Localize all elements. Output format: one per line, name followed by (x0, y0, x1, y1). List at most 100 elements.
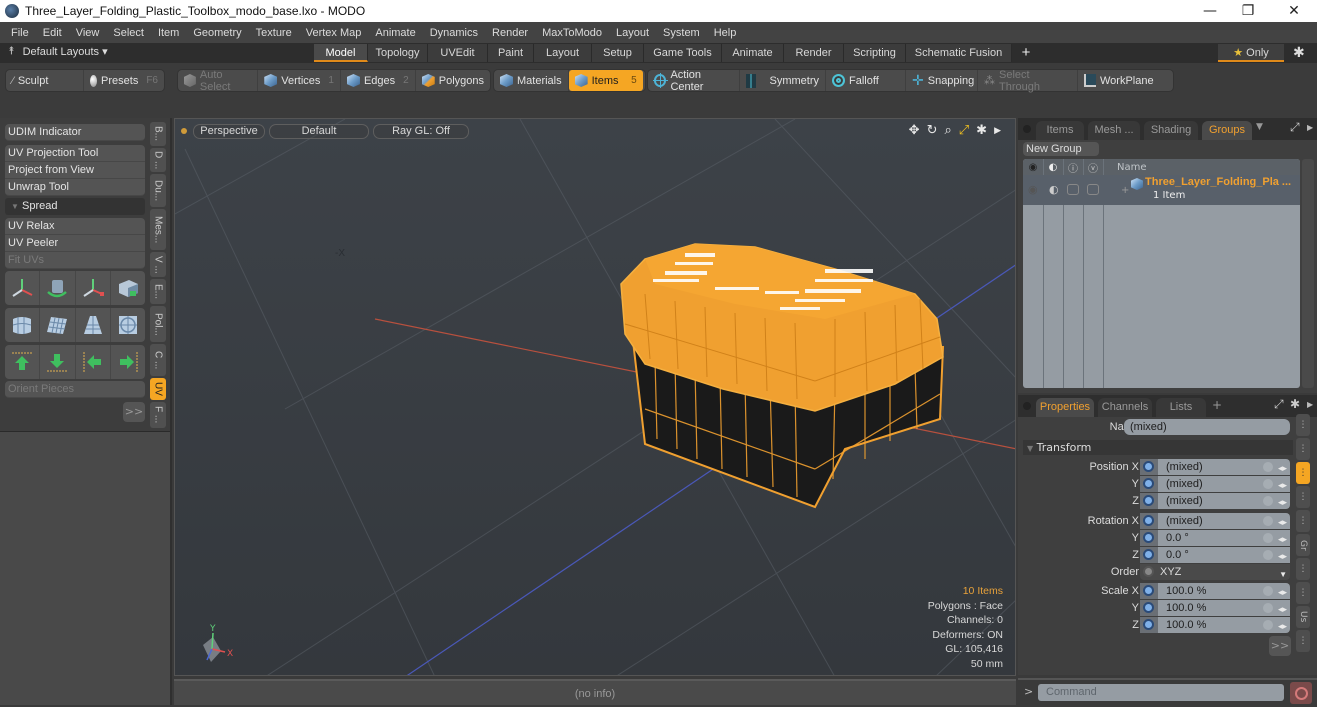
scale-y-field[interactable]: 100.0 % ◂▸ (1140, 600, 1290, 616)
tab-layout[interactable]: Layout (534, 44, 592, 62)
side-tab-gr[interactable]: Gr (1296, 534, 1310, 556)
expand-plus-icon[interactable]: + (1121, 185, 1129, 196)
tab-animate[interactable]: Animate (722, 44, 784, 62)
tab-scripting[interactable]: Scripting (844, 44, 906, 62)
keyframe-dot-icon[interactable] (1143, 532, 1154, 543)
stepper-arrows-icon[interactable]: ◂▸ (1278, 460, 1287, 476)
panel-options-dot-icon[interactable] (1023, 402, 1031, 410)
menu-item[interactable]: Item (151, 27, 186, 39)
menu-render[interactable]: Render (485, 27, 535, 39)
rotation-y-field[interactable]: 0.0 ° ◂▸ (1140, 530, 1290, 546)
order-dropdown[interactable]: XYZ ▼ (1140, 564, 1290, 580)
stepper-arrows-icon[interactable]: ◂▸ (1278, 494, 1287, 510)
keyframe-dot-icon[interactable] (1143, 549, 1154, 560)
edges-button[interactable]: Edges 2 (341, 70, 416, 91)
tab-shading[interactable]: Shading (1144, 121, 1198, 140)
vtab-b[interactable]: B... (150, 122, 166, 146)
unwrap-tool-button[interactable]: Unwrap Tool (5, 179, 145, 196)
vtab-mesh[interactable]: Mes... (150, 209, 166, 250)
menu-edit[interactable]: Edit (36, 27, 69, 39)
panel-menu-arrow-icon[interactable]: ▶ (1307, 400, 1313, 409)
stepper-arrows-icon[interactable]: ◂▸ (1278, 618, 1287, 634)
symmetry-button[interactable]: Symmetry (740, 70, 826, 91)
menu-geometry[interactable]: Geometry (186, 27, 248, 39)
polygons-button[interactable]: Polygons (416, 70, 490, 91)
menu-maxtomodo[interactable]: MaxToModo (535, 27, 609, 39)
pan-icon[interactable]: ✥ (909, 123, 920, 139)
auto-select-button[interactable]: Auto Select (178, 69, 259, 93)
side-tab-1[interactable]: ⋮ (1296, 414, 1310, 436)
vtab-d[interactable]: D ... (150, 148, 166, 172)
vtab-pol[interactable]: Pol... (150, 306, 166, 342)
row-visibility-icon[interactable]: ◉ (1028, 183, 1038, 196)
uv-relax-button[interactable]: UV Relax (5, 218, 145, 235)
tab-properties[interactable]: Properties (1036, 398, 1094, 417)
more-tools-button[interactable]: >> (123, 402, 145, 422)
tab-setup[interactable]: Setup (592, 44, 644, 62)
keyframe-dot-icon[interactable] (1143, 602, 1154, 613)
action-center-button[interactable]: Action Center (648, 69, 740, 93)
lock-icon[interactable] (1263, 620, 1273, 630)
rotate-icon[interactable]: ↻ (927, 123, 938, 139)
lock-icon[interactable] (1263, 496, 1273, 506)
default-layouts-dropdown[interactable]: ⯭ Default Layouts ▾ (8, 45, 108, 58)
row-render-icon[interactable]: ◐ (1049, 183, 1059, 196)
uv-align-left-button[interactable] (76, 345, 111, 379)
menu-view[interactable]: View (69, 27, 107, 39)
keyframe-dot-icon[interactable] (1143, 478, 1154, 489)
panel-menu-arrow-icon[interactable]: ▶ (1307, 123, 1313, 132)
menu-dynamics[interactable]: Dynamics (423, 27, 485, 39)
stepper-arrows-icon[interactable]: ◂▸ (1278, 548, 1287, 564)
vtab-uv[interactable]: UV (150, 378, 166, 400)
presets-button[interactable]: Presets F6 (84, 70, 164, 91)
shading-dropdown[interactable]: Default (269, 124, 369, 139)
visibility-column-icon[interactable]: ◉ (1023, 162, 1043, 173)
side-tab-10[interactable]: ⋮ (1296, 630, 1310, 652)
menu-file[interactable]: File (4, 27, 36, 39)
3d-viewport[interactable]: -X Y X Perspective Default Ray GL: Off ✥… (174, 118, 1016, 676)
lock-icon[interactable] (1263, 462, 1273, 472)
stepper-arrows-icon[interactable]: ◂▸ (1278, 477, 1287, 493)
uv-scale-tool-button[interactable] (76, 271, 111, 305)
menu-select[interactable]: Select (106, 27, 151, 39)
vtab-v[interactable]: V ... (150, 252, 166, 277)
vertices-button[interactable]: Vertices 1 (258, 70, 341, 91)
maximize-icon[interactable]: ⤢ (959, 123, 969, 139)
stepper-arrows-icon[interactable]: ◂▸ (1278, 531, 1287, 547)
new-group-button[interactable]: New Group (1023, 142, 1099, 156)
tab-game-tools[interactable]: Game Tools (644, 44, 722, 62)
vtab-e[interactable]: E... (150, 279, 166, 304)
lock-icon[interactable] (1263, 479, 1273, 489)
zoom-icon[interactable]: ⌕ (944, 123, 951, 139)
gear-icon[interactable]: ✱ (1293, 45, 1305, 61)
select-through-button[interactable]: ⁂ Select Through (978, 69, 1078, 93)
position-x-field[interactable]: (mixed) ◂▸ (1140, 459, 1290, 475)
viewport-menu-arrow-icon[interactable]: ▶ (994, 123, 1001, 139)
tab-items[interactable]: Items (1036, 121, 1084, 140)
uv-rotate-tool-button[interactable] (40, 271, 76, 305)
tab-lists[interactable]: Lists (1156, 398, 1206, 417)
lock-icon[interactable] (1263, 533, 1273, 543)
side-tab-3[interactable]: ⋮ (1296, 462, 1310, 484)
materials-button[interactable]: Materials (494, 70, 569, 91)
tab-groups[interactable]: Groups (1202, 121, 1252, 140)
panel-options-dot-icon[interactable] (1023, 125, 1031, 133)
tab-channels[interactable]: Channels (1098, 398, 1152, 417)
position-z-field[interactable]: (mixed) ◂▸ (1140, 493, 1290, 509)
expand-panel-icon[interactable]: ⤢ (1290, 120, 1300, 135)
tab-paint[interactable]: Paint (488, 44, 534, 62)
sculpt-button[interactable]: ⁄ Sculpt (6, 70, 84, 91)
close-button[interactable]: ✕ (1271, 0, 1317, 22)
tab-schematic-fusion[interactable]: Schematic Fusion (906, 44, 1012, 62)
snapping-button[interactable]: ✛ Snapping (906, 70, 978, 91)
fit-uvs-button[interactable]: Fit UVs (5, 252, 145, 269)
lock-icon[interactable] (1263, 586, 1273, 596)
ray-gl-toggle[interactable]: Ray GL: Off (373, 124, 469, 139)
tab-topology[interactable]: Topology (368, 44, 428, 62)
row-lock-checkbox[interactable] (1067, 184, 1079, 195)
lock-icon[interactable] (1263, 516, 1273, 526)
tab-uvedit[interactable]: UVEdit (428, 44, 488, 62)
keyframe-dot-icon[interactable] (1143, 461, 1154, 472)
lock-column-icon[interactable]: ⓘ (1063, 160, 1083, 175)
side-tab-4[interactable]: ⋮ (1296, 486, 1310, 508)
